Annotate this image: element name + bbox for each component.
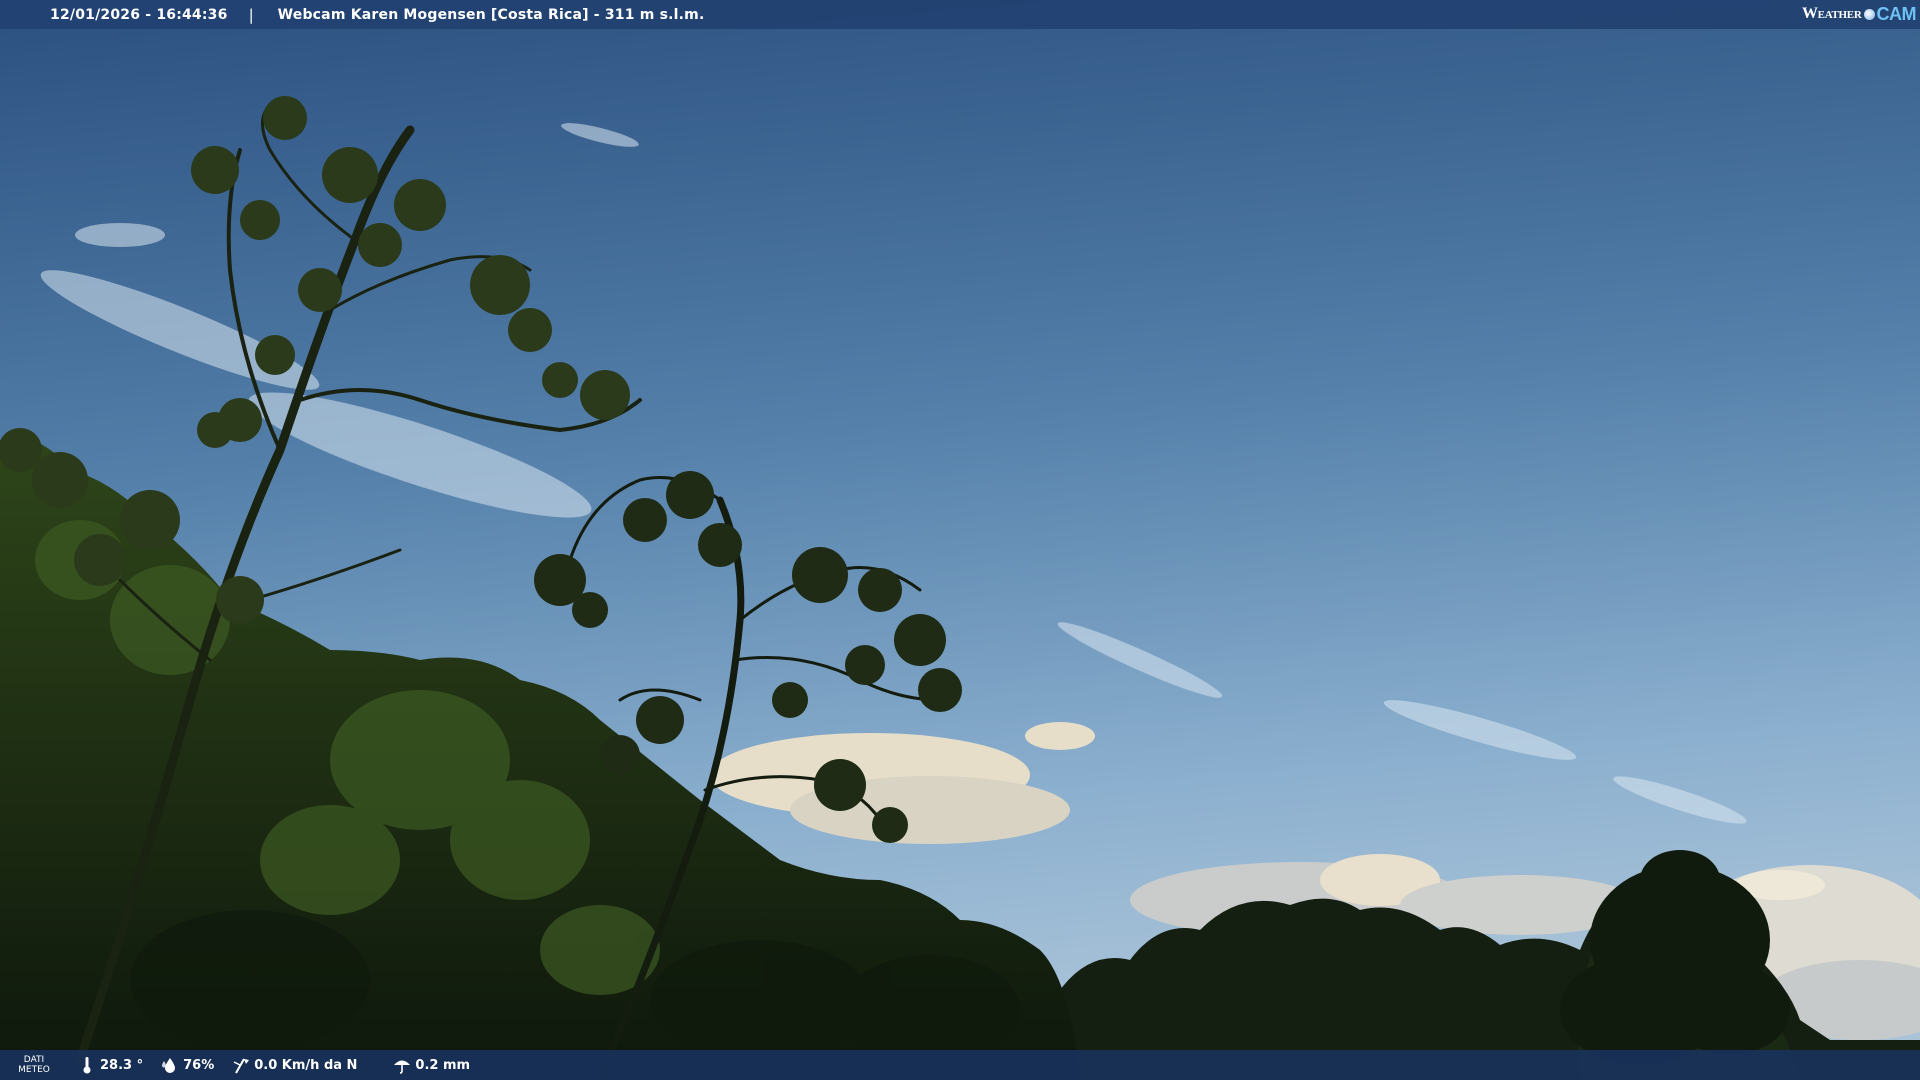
temperature-value: 28.3 ° (100, 1057, 144, 1073)
wind-value: 0.0 Km/h da N (254, 1057, 358, 1073)
timestamp: 12/01/2026 - 16:44:36 (50, 6, 228, 23)
webcam-frame: 12/01/2026 - 16:44:36 | Webcam Karen Mog… (0, 0, 1920, 1080)
wind-vane-icon (232, 1056, 250, 1074)
header-separator: | (248, 5, 254, 24)
weather-data-label-line2: METEO (18, 1065, 50, 1075)
rain-value: 0.2 mm (415, 1057, 471, 1073)
thermometer-icon (78, 1056, 96, 1074)
humidity-drop-icon (161, 1056, 179, 1074)
webcam-image (0, 0, 1920, 1080)
webcam-title: Webcam Karen Mogensen [Costa Rica] - 311… (277, 6, 705, 23)
weather-data-bar: DATI METEO 28.3 ° 76% 0.0 Km/h da N 0.2 … (0, 1050, 1920, 1080)
webcam-header-bar: 12/01/2026 - 16:44:36 | Webcam Karen Mog… (0, 0, 1920, 29)
weather-data-label: DATI METEO (8, 1055, 60, 1075)
wind-reading: 0.0 Km/h da N (232, 1056, 357, 1074)
humidity-reading: 76% (161, 1056, 214, 1074)
temperature-reading: 28.3 ° (78, 1056, 143, 1074)
logo-dot-icon (1863, 8, 1875, 20)
rain-reading: 0.2 mm (393, 1056, 470, 1074)
weather-data-label-line1: DATI (23, 1055, 45, 1065)
humidity-value: 76% (183, 1057, 215, 1073)
logo-weather-text: Weather (1801, 5, 1862, 22)
umbrella-icon (393, 1056, 411, 1074)
logo-cam-text: CAM (1876, 3, 1917, 24)
weathercam-logo: Weather CAM (1801, 3, 1917, 25)
